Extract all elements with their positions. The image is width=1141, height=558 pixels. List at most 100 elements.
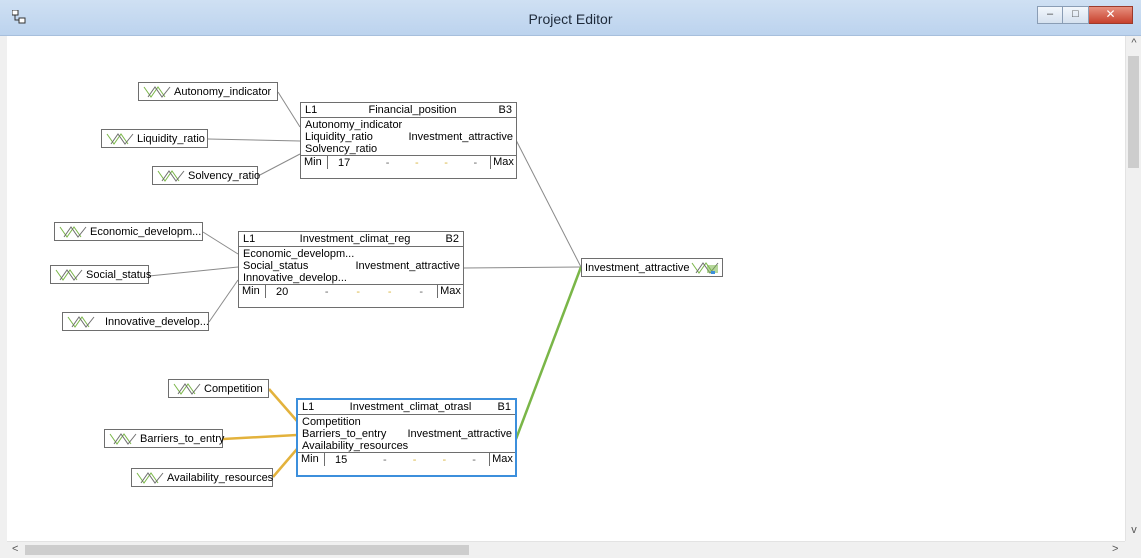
block-body: Autonomy_indicator Liquidity_ratio Solve… [301,118,516,155]
rule-block-b3[interactable]: L1 Financial_position B3 Autonomy_indica… [300,102,517,179]
dash-row: - - - - [311,286,437,298]
dash-mark: - [324,285,329,298]
dash-mark: - [385,156,390,169]
output-label: Investment_attractive [585,261,690,274]
connection-lines [148,91,583,478]
horizontal-scrollbar[interactable]: < > [7,541,1125,558]
min-label: Min [239,285,266,298]
membership-function-icon [67,315,95,328]
link-availability-to-b1[interactable] [272,448,298,478]
minimize-icon: – [1046,8,1054,20]
dash-mark: - [383,453,387,466]
close-button[interactable]: ✕ [1089,6,1133,24]
membership-function-icon [173,382,201,395]
block-footer: Min 20 - - - - Max [239,284,463,298]
block-value[interactable]: 20 [266,286,311,298]
input-node-innovative[interactable]: Innovative_develop... [62,312,209,331]
horizontal-scroll-thumb[interactable] [25,545,469,555]
membership-function-icon [55,268,83,281]
vertical-scroll-thumb[interactable] [1128,56,1139,168]
block-output-label: Investment_attractive [355,260,460,272]
input-node-barriers[interactable]: Barriers_to_entry [104,429,225,448]
input-node-availability[interactable]: Availability_resources [131,468,273,487]
block-body: Competition Barriers_to_entry Availabili… [298,415,515,452]
dash-mark: - [419,285,424,298]
input-label: Social_status [86,268,152,281]
block-level: L1 [243,233,256,245]
min-label: Min [298,453,325,466]
window-controls: – □ ✕ [1037,6,1133,24]
rule-block-b1[interactable]: L1 Investment_climat_otrasl B1 Competiti… [296,398,517,477]
output-node-investment-attractive[interactable]: Investment_attractive [581,258,723,277]
dash-mark: - [356,285,361,298]
max-label: Max [490,156,516,169]
block-id: B1 [497,401,511,413]
block-name: Investment_climat_reg [299,233,411,245]
link-b1-to-output[interactable] [514,266,583,440]
window-title: Project Editor [528,11,613,27]
minimize-button[interactable]: – [1037,6,1063,24]
link-competition-to-b1[interactable] [268,388,298,422]
block-input-row: Economic_developm... [243,248,355,260]
link-innovative-to-b2[interactable] [208,279,239,323]
input-node-solvency[interactable]: Solvency_ratio [152,166,261,185]
link-b3-to-output[interactable] [515,139,582,268]
maximize-button[interactable]: □ [1063,6,1089,24]
input-label: Solvency_ratio [188,169,261,182]
link-social-to-b2[interactable] [148,266,239,277]
block-value[interactable]: 17 [328,157,373,169]
input-node-competition[interactable]: Competition [168,379,269,398]
block-input-row: Solvency_ratio [305,143,378,155]
link-b2-to-output[interactable] [462,266,582,269]
membership-function-icon [59,225,87,238]
scroll-right-icon[interactable]: > [1112,543,1118,555]
input-node-economic[interactable]: Economic_developm... [54,222,203,241]
scroll-left-icon[interactable]: < [12,543,18,555]
dash-mark: - [387,285,392,298]
dash-mark: - [412,453,417,466]
membership-function-icon [136,471,164,484]
input-node-autonomy[interactable]: Autonomy_indicator [138,82,278,101]
membership-function-icon [143,85,171,98]
block-value[interactable]: 15 [325,454,370,466]
title-bar: Project Editor – □ ✕ [0,0,1141,36]
block-id: B2 [445,233,459,245]
dash-mark: - [415,156,419,169]
block-footer: Min 15 - - - - Max [298,452,515,466]
input-node-liquidity[interactable]: Liquidity_ratio [101,129,208,148]
link-economic-to-b2[interactable] [202,231,239,255]
vertical-scrollbar[interactable]: ^ v [1125,36,1141,541]
rule-block-b2[interactable]: L1 Investment_climat_reg B2 Economic_dev… [238,231,464,308]
block-level: L1 [305,104,318,116]
scroll-down-icon[interactable]: v [1126,524,1141,536]
block-output-label: Investment_attractive [407,428,512,440]
block-header: L1 Investment_climat_otrasl B1 [298,400,515,415]
block-header: L1 Investment_climat_reg B2 [239,232,463,247]
dash-mark: - [472,453,476,466]
dash-mark: - [442,453,447,466]
block-id: B3 [498,104,512,116]
diagram-canvas[interactable]: Autonomy_indicator Liquidity_ratio Solve… [7,36,1125,541]
block-name: Financial_position [368,104,457,116]
membership-function-icon [157,169,185,182]
link-barriers-to-b1[interactable] [222,433,298,441]
left-border [0,36,7,558]
block-level: L1 [302,401,315,413]
block-name: Investment_climat_otrasl [349,401,472,413]
link-autonomy-to-b3[interactable] [277,91,301,128]
input-label: Innovative_develop... [105,315,209,328]
dash-row: - - - - [373,157,490,169]
scrollbar-corner [1125,541,1141,558]
membership-function-icon [106,132,134,145]
max-label: Max [489,453,515,466]
link-liquidity-to-b3[interactable] [207,138,301,142]
close-icon: ✕ [1105,7,1116,21]
scroll-up-icon[interactable]: ^ [1126,37,1141,49]
input-label: Liquidity_ratio [137,132,205,145]
input-label: Economic_developm... [90,225,202,238]
link-solvency-to-b3[interactable] [257,153,301,177]
output-function-icon [691,261,718,274]
input-label: Barriers_to_entry [140,432,225,445]
block-output-label: Investment_attractive [408,131,513,143]
input-node-social[interactable]: Social_status [50,265,152,284]
